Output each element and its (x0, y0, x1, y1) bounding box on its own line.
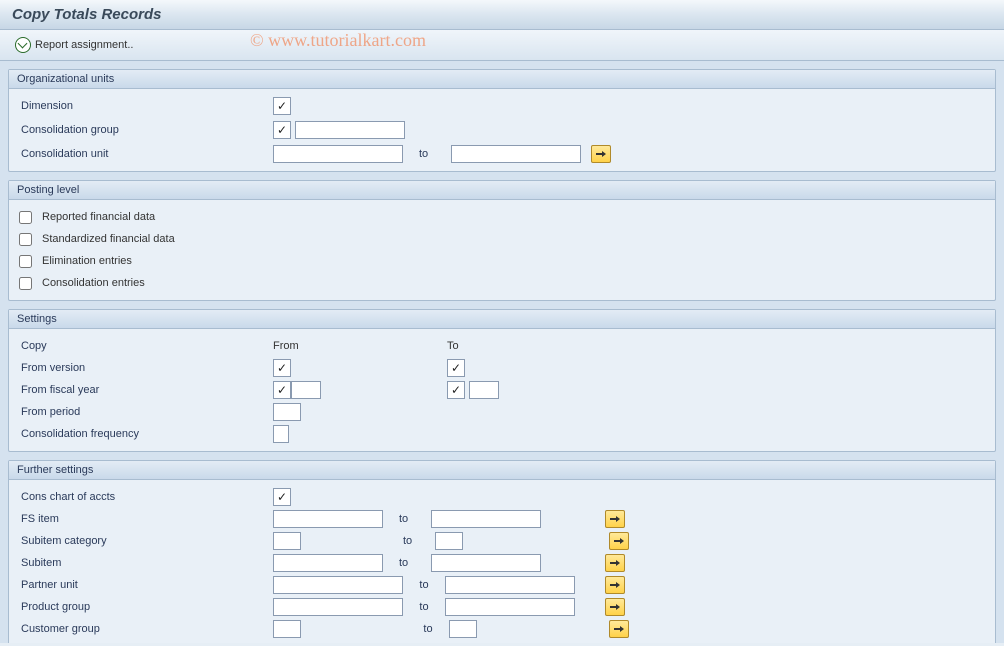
to-label-customer-group: to (411, 623, 445, 635)
cons-freq-input[interactable] (273, 425, 289, 443)
label-cons-unit: Consolidation unit (19, 148, 269, 160)
header-to: To (447, 340, 459, 352)
label-dimension: Dimension (19, 100, 269, 112)
header-from: From (273, 340, 443, 352)
fs-item-multi-button[interactable] (605, 510, 625, 528)
label-cons-chart: Cons chart of accts (19, 491, 269, 503)
checkbox-standardized[interactable] (19, 233, 32, 246)
product-group-from-input[interactable] (273, 598, 403, 616)
customer-group-from-input[interactable] (273, 620, 301, 638)
subitem-cat-to-input[interactable] (435, 532, 463, 550)
to-label-partner-unit: to (407, 579, 441, 591)
customer-group-to-input[interactable] (449, 620, 477, 638)
title-bar: Copy Totals Records (0, 0, 1004, 30)
group-org-units: Organizational units Dimension Consolida… (8, 69, 996, 172)
label-copy: Copy (19, 340, 269, 352)
arrow-right-icon (614, 537, 624, 545)
to-label-subitem: to (387, 557, 427, 569)
label-reported: Reported financial data (42, 211, 155, 223)
label-partner-unit: Partner unit (19, 579, 269, 591)
from-period-input[interactable] (273, 403, 301, 421)
label-standardized: Standardized financial data (42, 233, 175, 245)
group-header-posting-level: Posting level (9, 181, 995, 200)
from-fy-to-input[interactable] (447, 381, 465, 399)
checkbox-reported[interactable] (19, 211, 32, 224)
label-subitem: Subitem (19, 557, 269, 569)
from-version-to-input[interactable] (447, 359, 465, 377)
label-from-version: From version (19, 362, 269, 374)
label-from-period: From period (19, 406, 269, 418)
arrow-right-icon (610, 515, 620, 523)
from-fy-from-extra-input[interactable] (291, 381, 321, 399)
product-group-multi-button[interactable] (605, 598, 625, 616)
partner-unit-from-input[interactable] (273, 576, 403, 594)
page-title: Copy Totals Records (12, 6, 161, 23)
subitem-to-input[interactable] (431, 554, 541, 572)
fs-item-from-input[interactable] (273, 510, 383, 528)
cons-unit-multi-button[interactable] (591, 145, 611, 163)
subitem-cat-multi-button[interactable] (609, 532, 629, 550)
partner-unit-multi-button[interactable] (605, 576, 625, 594)
group-header-settings: Settings (9, 310, 995, 329)
label-from-fiscal-year: From fiscal year (19, 384, 269, 396)
group-further-settings: Further settings Cons chart of accts FS … (8, 460, 996, 643)
subitem-from-input[interactable] (273, 554, 383, 572)
label-subitem-cat: Subitem category (19, 535, 269, 547)
arrow-right-icon (610, 581, 620, 589)
cons-group-check[interactable] (273, 121, 291, 139)
cons-chart-input[interactable] (273, 488, 291, 506)
group-posting-level: Posting level Reported financial data St… (8, 180, 996, 301)
label-elimination: Elimination entries (42, 255, 132, 267)
from-fy-from-input[interactable] (273, 381, 291, 399)
execute-icon (15, 37, 31, 53)
content-area: Organizational units Dimension Consolida… (0, 61, 1004, 643)
report-assignment-label: Report assignment.. (35, 39, 133, 51)
label-cons-freq: Consolidation frequency (19, 428, 269, 440)
label-customer-group: Customer group (19, 623, 269, 635)
label-consolidation: Consolidation entries (42, 277, 145, 289)
cons-group-input[interactable] (295, 121, 405, 139)
arrow-right-icon (614, 625, 624, 633)
arrow-right-icon (610, 603, 620, 611)
subitem-cat-from-input[interactable] (273, 532, 301, 550)
group-header-further: Further settings (9, 461, 995, 480)
subitem-multi-button[interactable] (605, 554, 625, 572)
group-settings: Settings Copy From To From version From … (8, 309, 996, 452)
label-fs-item: FS item (19, 513, 269, 525)
label-product-group: Product group (19, 601, 269, 613)
cons-unit-from-input[interactable] (273, 145, 403, 163)
to-label-subitem-cat: to (391, 535, 431, 547)
report-assignment-button[interactable]: Report assignment.. (10, 34, 138, 56)
fs-item-to-input[interactable] (431, 510, 541, 528)
to-label-cons-unit: to (407, 148, 447, 160)
partner-unit-to-input[interactable] (445, 576, 575, 594)
arrow-right-icon (596, 150, 606, 158)
group-header-org-units: Organizational units (9, 70, 995, 89)
label-cons-group: Consolidation group (19, 124, 269, 136)
to-label-fs-item: to (387, 513, 427, 525)
from-version-from-input[interactable] (273, 359, 291, 377)
customer-group-multi-button[interactable] (609, 620, 629, 638)
checkbox-elimination[interactable] (19, 255, 32, 268)
product-group-to-input[interactable] (445, 598, 575, 616)
dimension-input[interactable] (273, 97, 291, 115)
cons-unit-to-input[interactable] (451, 145, 581, 163)
toolbar: Report assignment.. (0, 30, 1004, 61)
to-label-product-group: to (407, 601, 441, 613)
from-fy-to-extra-input[interactable] (469, 381, 499, 399)
checkbox-consolidation[interactable] (19, 277, 32, 290)
arrow-right-icon (610, 559, 620, 567)
